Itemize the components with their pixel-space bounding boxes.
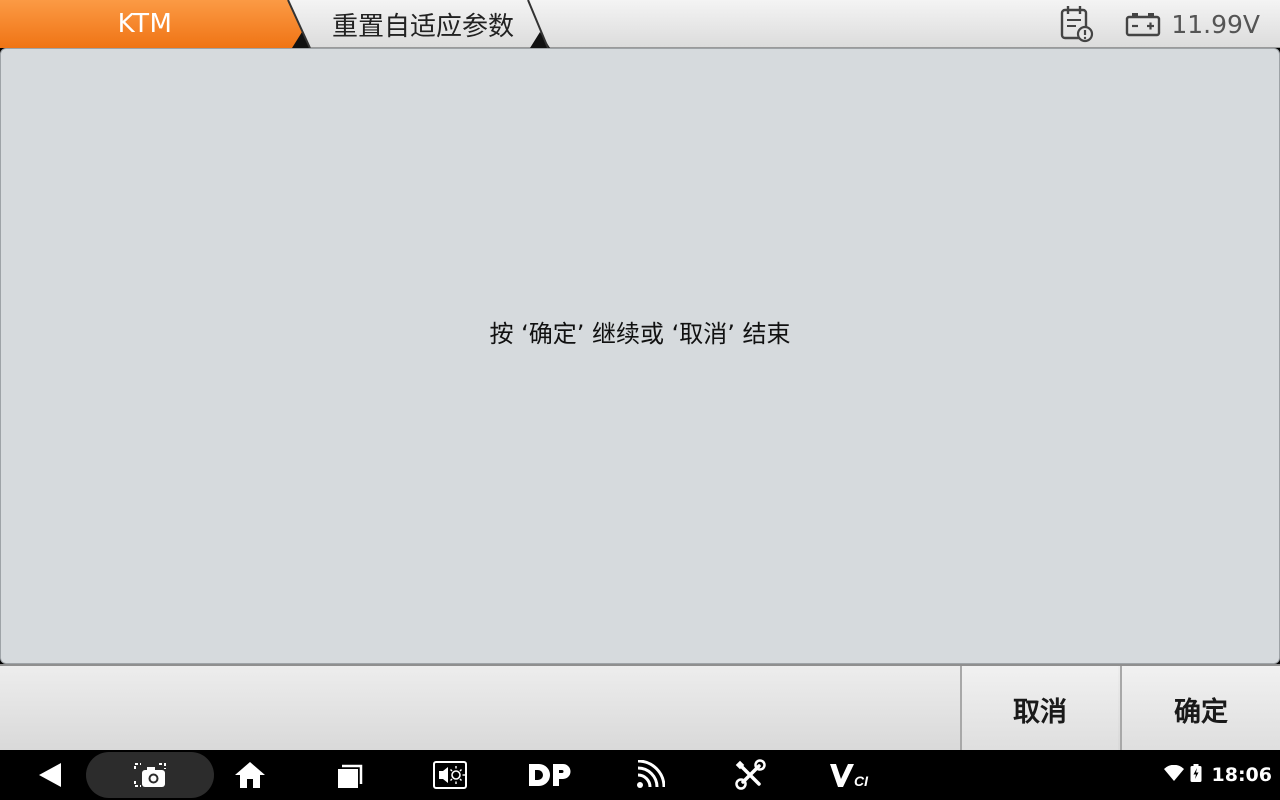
system-nav-bar: CI 18:06 [0,750,1280,800]
voltage-indicator: 11.99V [1125,10,1260,39]
battery-icon [1190,764,1202,786]
prompt-message: 按 ‘确定’ 继续或 ‘取消’ 结束 [489,319,791,348]
confirm-button[interactable]: 确定 [1120,666,1280,752]
voltage-value: 11.99V [1171,9,1260,39]
system-status: 18:06 [1163,750,1272,800]
calendar-alert-icon[interactable] [1059,5,1095,43]
breadcrumb-brand[interactable]: KTM [0,0,300,48]
clock: 18:06 [1211,764,1272,786]
cancel-button[interactable]: 取消 [960,666,1118,752]
brightness-icon[interactable] [420,750,480,800]
car-battery-icon [1125,11,1161,37]
top-bar: KTM 重置自适应参数 11.99V [0,0,1280,48]
recents-icon[interactable] [320,750,380,800]
back-icon[interactable] [20,750,80,800]
svg-text:CI: CI [854,773,869,789]
action-bar: 取消 确定 [0,664,1280,752]
tools-icon[interactable] [720,750,780,800]
home-icon[interactable] [220,750,280,800]
screenshot-icon[interactable] [120,750,180,800]
vci-icon[interactable]: CI [820,750,880,800]
cast-icon[interactable] [620,750,680,800]
wifi-icon [1163,764,1184,785]
message-panel: 按 ‘确定’ 继续或 ‘取消’ 结束 [0,48,1280,664]
dp-icon[interactable] [520,750,580,800]
breadcrumb-page-title: 重置自适应参数 [331,11,514,42]
